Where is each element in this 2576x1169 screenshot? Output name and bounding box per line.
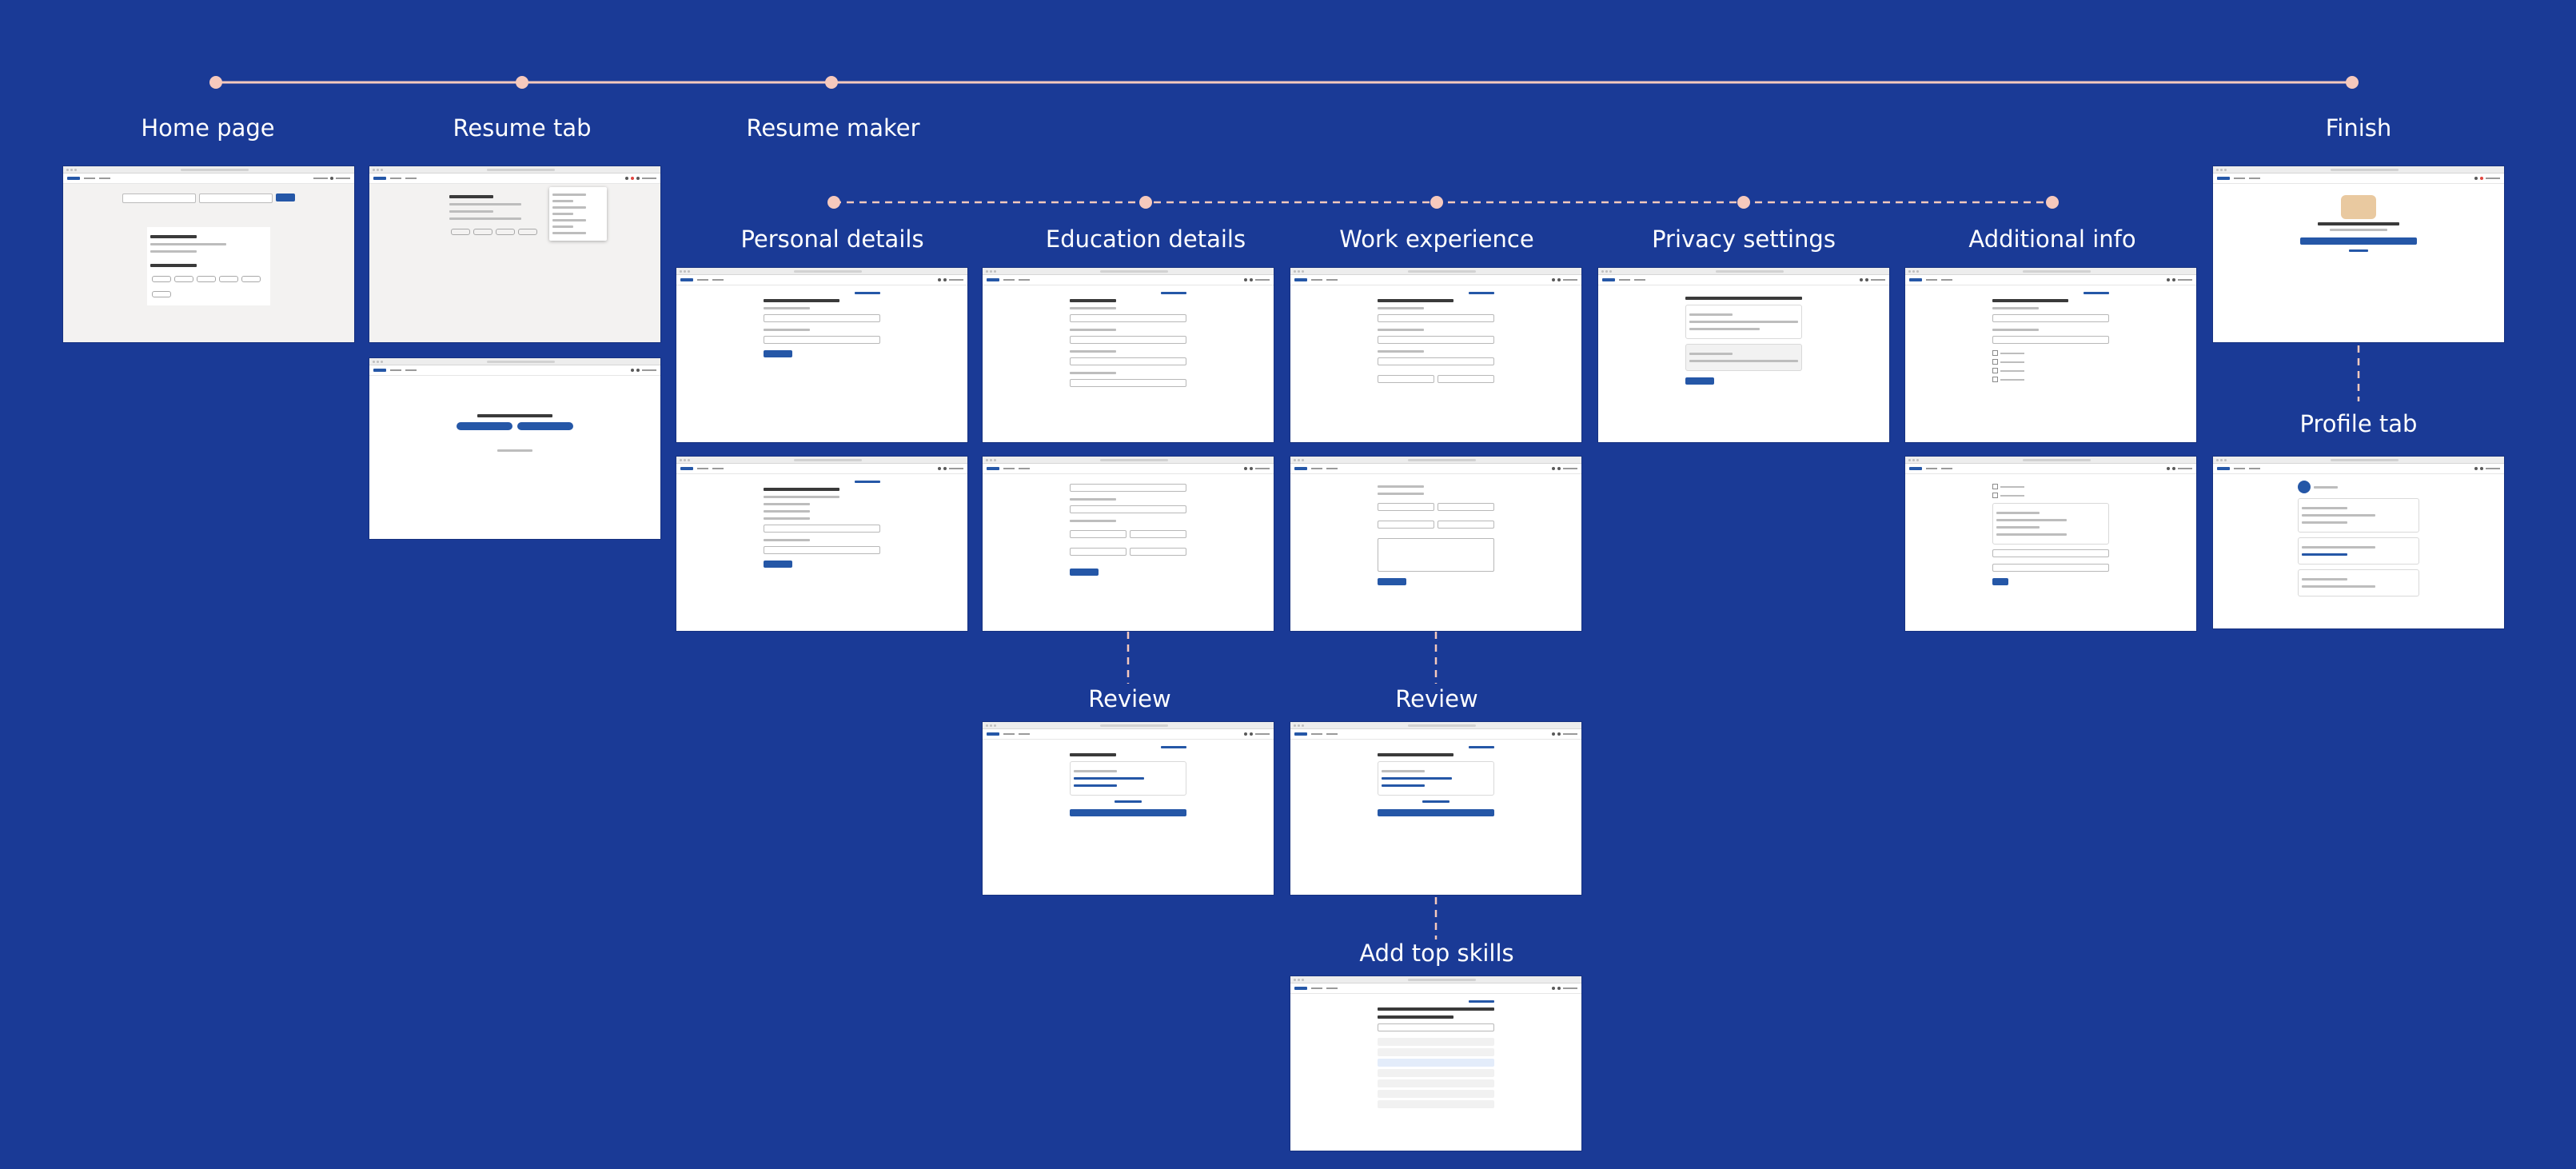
label-home-page: Home page xyxy=(141,114,275,142)
timeline-dot-resume-maker xyxy=(825,76,838,89)
label-education-details: Education details xyxy=(1045,225,1246,253)
screenshot-resume-tab-menu xyxy=(369,166,660,342)
label-additional-info: Additional info xyxy=(1968,225,2136,253)
label-personal-details: Personal details xyxy=(740,225,924,253)
screenshot-education-review xyxy=(983,722,1274,895)
timeline-dot-resume-tab xyxy=(516,76,528,89)
screenshot-privacy-settings xyxy=(1598,268,1889,442)
screenshot-profile-tab xyxy=(2213,457,2504,628)
screenshot-work-experience-description xyxy=(1290,457,1581,631)
label-finish: Finish xyxy=(2325,114,2392,142)
subline-dot-additional xyxy=(2046,196,2059,209)
screenshot-finish xyxy=(2213,166,2504,342)
screenshot-personal-details-name xyxy=(676,268,967,442)
subline-dot-privacy xyxy=(1737,196,1750,209)
screenshot-add-top-skills xyxy=(1290,976,1581,1151)
screenshot-additional-info-job-type xyxy=(1905,268,2196,442)
label-resume-tab: Resume tab xyxy=(453,114,592,142)
subline-dot-work xyxy=(1430,196,1443,209)
screenshot-education-details-dates xyxy=(983,457,1274,631)
timeline-dot-home xyxy=(209,76,222,89)
screenshot-personal-details-location xyxy=(676,457,967,631)
screenshot-work-experience-form xyxy=(1290,268,1581,442)
subline-dot-education xyxy=(1139,196,1152,209)
screenshot-education-details-form xyxy=(983,268,1274,442)
screenshot-work-review xyxy=(1290,722,1581,895)
screenshot-home-page xyxy=(63,166,354,342)
label-education-review: Review xyxy=(1088,685,1171,712)
screenshot-resume-tab-upload xyxy=(369,358,660,539)
label-add-top-skills: Add top skills xyxy=(1359,940,1514,967)
label-work-review: Review xyxy=(1395,685,1478,712)
label-work-experience: Work experience xyxy=(1339,225,1534,253)
subline-dot-personal xyxy=(827,196,840,209)
label-profile-tab: Profile tab xyxy=(2299,410,2418,437)
screenshot-additional-info-schedule xyxy=(1905,457,2196,631)
label-resume-maker: Resume maker xyxy=(746,114,920,142)
label-privacy-settings: Privacy settings xyxy=(1652,225,1836,253)
timeline-dot-finish xyxy=(2346,76,2359,89)
